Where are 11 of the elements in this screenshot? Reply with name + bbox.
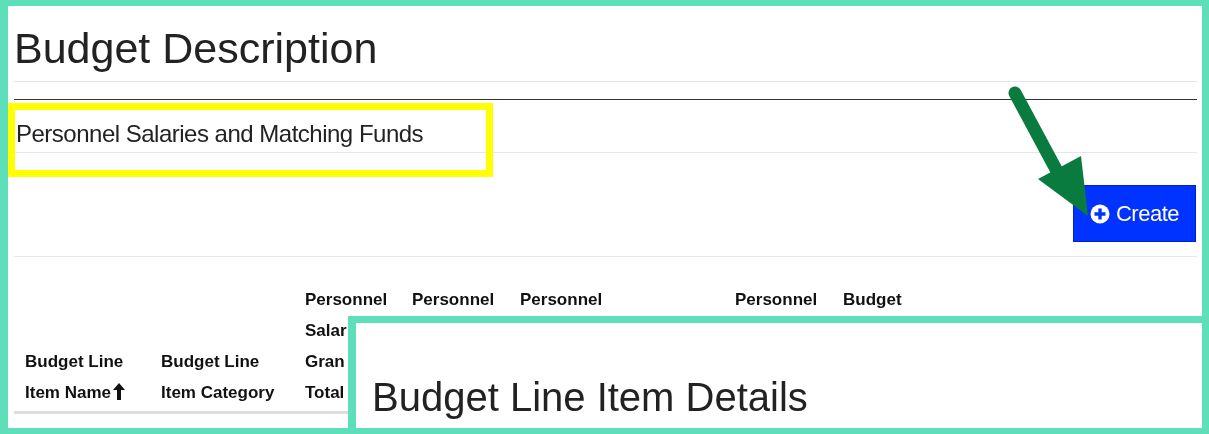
column-header[interactable]: Personnel bbox=[412, 284, 495, 315]
create-button[interactable]: Create bbox=[1072, 185, 1196, 242]
column-header[interactable]: Budget Line Item Category bbox=[161, 346, 275, 408]
panel-title: Budget Line Item Details bbox=[372, 375, 808, 419]
column-header[interactable]: Personnel bbox=[520, 284, 603, 315]
column-header[interactable]: Budget bbox=[843, 284, 902, 315]
column-header[interactable]: Budget Line Item Name bbox=[25, 346, 125, 408]
plus-circle-icon bbox=[1089, 203, 1110, 224]
column-header[interactable]: Personnel bbox=[735, 284, 818, 315]
section-title: Personnel Salaries and Matching Funds bbox=[16, 119, 424, 149]
page-title: Budget Description bbox=[14, 23, 378, 74]
